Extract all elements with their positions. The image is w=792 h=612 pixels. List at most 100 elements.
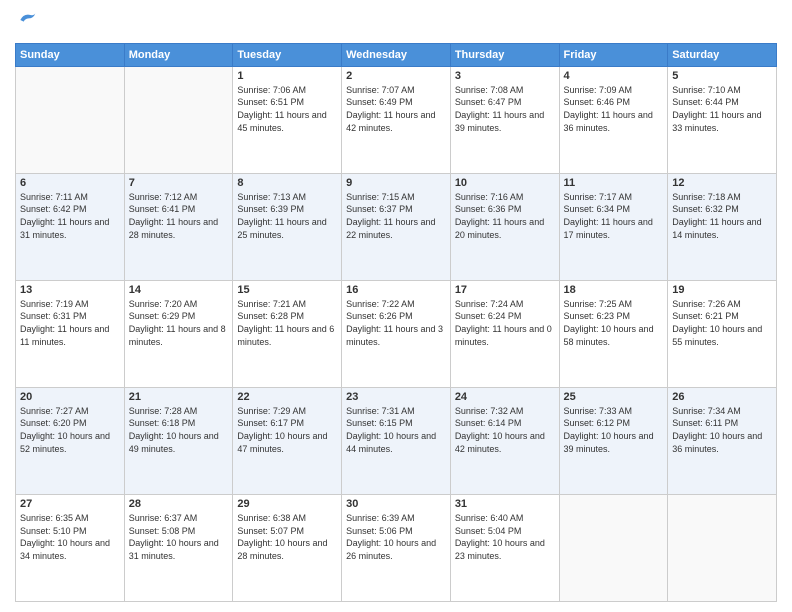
day-info: Sunrise: 7:33 AM Sunset: 6:12 PM Dayligh… — [564, 405, 664, 455]
weekday-header-friday: Friday — [559, 43, 668, 66]
day-number: 2 — [346, 70, 446, 82]
weekday-header-sunday: Sunday — [16, 43, 125, 66]
day-info: Sunrise: 7:19 AM Sunset: 6:31 PM Dayligh… — [20, 298, 120, 348]
day-number: 4 — [564, 70, 664, 82]
day-cell — [124, 66, 233, 173]
day-cell: 25 Sunrise: 7:33 AM Sunset: 6:12 PM Dayli… — [559, 387, 668, 494]
day-info: Sunrise: 7:27 AM Sunset: 6:20 PM Dayligh… — [20, 405, 120, 455]
day-info: Sunrise: 7:07 AM Sunset: 6:49 PM Dayligh… — [346, 84, 446, 134]
day-cell: 19Sunrise: 7:26 AM Sunset: 6:21 PM Dayli… — [668, 280, 777, 387]
day-cell: 21 Sunrise: 7:28 AM Sunset: 6:18 PM Dayli… — [124, 387, 233, 494]
header — [15, 10, 777, 35]
day-info: Sunrise: 7:13 AM Sunset: 6:39 PM Dayligh… — [237, 191, 337, 241]
day-number: 19 — [672, 284, 772, 296]
day-number: 3 — [455, 70, 555, 82]
day-cell: 6 Sunrise: 7:11 AM Sunset: 6:42 PM Daylig… — [16, 173, 125, 280]
day-info: Sunrise: 6:39 AM Sunset: 5:06 PM Dayligh… — [346, 512, 446, 562]
day-cell: 24 Sunrise: 7:32 AM Sunset: 6:14 PM Dayli… — [450, 387, 559, 494]
day-number: 18 — [564, 284, 664, 296]
weekday-header-tuesday: Tuesday — [233, 43, 342, 66]
day-cell: 27 Sunrise: 6:35 AM Sunset: 5:10 PM Dayli… — [16, 494, 125, 601]
day-number: 28 — [129, 498, 229, 510]
day-info: Sunrise: 7:34 AM Sunset: 6:11 PM Dayligh… — [672, 405, 772, 455]
day-info: Sunrise: 7:10 AM Sunset: 6:44 PM Dayligh… — [672, 84, 772, 134]
week-row-1: 1 Sunrise: 7:06 AM Sunset: 6:51 PM Daylig… — [16, 66, 777, 173]
day-info: Sunrise: 7:11 AM Sunset: 6:42 PM Dayligh… — [20, 191, 120, 241]
weekday-header-wednesday: Wednesday — [342, 43, 451, 66]
day-cell: 20Sunrise: 7:27 AM Sunset: 6:20 PM Dayli… — [16, 387, 125, 494]
day-cell: 11 Sunrise: 7:17 AM Sunset: 6:34 PM Dayli… — [559, 173, 668, 280]
day-number: 10 — [455, 177, 555, 189]
day-cell: 14Sunrise: 7:20 AM Sunset: 6:29 PM Dayli… — [124, 280, 233, 387]
day-number: 30 — [346, 498, 446, 510]
day-number: 6 — [20, 177, 120, 189]
day-cell: 7Sunrise: 7:12 AM Sunset: 6:41 PM Daylig… — [124, 173, 233, 280]
day-cell: 16Sunrise: 7:22 AM Sunset: 6:26 PM Dayli… — [342, 280, 451, 387]
week-row-2: 6 Sunrise: 7:11 AM Sunset: 6:42 PM Daylig… — [16, 173, 777, 280]
day-number: 15 — [237, 284, 337, 296]
day-number: 5 — [672, 70, 772, 82]
day-cell — [16, 66, 125, 173]
day-cell: 31 Sunrise: 6:40 AM Sunset: 5:04 PM Dayli… — [450, 494, 559, 601]
day-cell: 18Sunrise: 7:25 AM Sunset: 6:23 PM Dayli… — [559, 280, 668, 387]
weekday-header-monday: Monday — [124, 43, 233, 66]
day-info: Sunrise: 7:32 AM Sunset: 6:14 PM Dayligh… — [455, 405, 555, 455]
day-cell: 23Sunrise: 7:31 AM Sunset: 6:15 PM Dayli… — [342, 387, 451, 494]
logo — [15, 10, 37, 35]
day-number: 16 — [346, 284, 446, 296]
day-number: 17 — [455, 284, 555, 296]
day-info: Sunrise: 7:16 AM Sunset: 6:36 PM Dayligh… — [455, 191, 555, 241]
day-info: Sunrise: 7:08 AM Sunset: 6:47 PM Dayligh… — [455, 84, 555, 134]
day-number: 22 — [237, 391, 337, 403]
day-number: 25 — [564, 391, 664, 403]
day-info: Sunrise: 7:09 AM Sunset: 6:46 PM Dayligh… — [564, 84, 664, 134]
day-number: 7 — [129, 177, 229, 189]
weekday-header-row: SundayMondayTuesdayWednesdayThursdayFrid… — [16, 43, 777, 66]
day-cell: 1 Sunrise: 7:06 AM Sunset: 6:51 PM Daylig… — [233, 66, 342, 173]
day-cell: 26 Sunrise: 7:34 AM Sunset: 6:11 PM Dayli… — [668, 387, 777, 494]
day-number: 31 — [455, 498, 555, 510]
day-cell: 8Sunrise: 7:13 AM Sunset: 6:39 PM Daylig… — [233, 173, 342, 280]
day-number: 11 — [564, 177, 664, 189]
week-row-5: 27 Sunrise: 6:35 AM Sunset: 5:10 PM Dayli… — [16, 494, 777, 601]
day-info: Sunrise: 6:38 AM Sunset: 5:07 PM Dayligh… — [237, 512, 337, 562]
day-info: Sunrise: 6:37 AM Sunset: 5:08 PM Dayligh… — [129, 512, 229, 562]
day-cell: 29 Sunrise: 6:38 AM Sunset: 5:07 PM Dayli… — [233, 494, 342, 601]
day-cell: 15 Sunrise: 7:21 AM Sunset: 6:28 PM Dayli… — [233, 280, 342, 387]
week-row-3: 13 Sunrise: 7:19 AM Sunset: 6:31 PM Dayli… — [16, 280, 777, 387]
day-number: 9 — [346, 177, 446, 189]
day-info: Sunrise: 6:35 AM Sunset: 5:10 PM Dayligh… — [20, 512, 120, 562]
day-info: Sunrise: 7:17 AM Sunset: 6:34 PM Dayligh… — [564, 191, 664, 241]
day-info: Sunrise: 6:40 AM Sunset: 5:04 PM Dayligh… — [455, 512, 555, 562]
week-row-4: 20Sunrise: 7:27 AM Sunset: 6:20 PM Dayli… — [16, 387, 777, 494]
day-info: Sunrise: 7:29 AM Sunset: 6:17 PM Dayligh… — [237, 405, 337, 455]
day-cell — [559, 494, 668, 601]
day-info: Sunrise: 7:15 AM Sunset: 6:37 PM Dayligh… — [346, 191, 446, 241]
day-cell: 4 Sunrise: 7:09 AM Sunset: 6:46 PM Daylig… — [559, 66, 668, 173]
day-cell: 2 Sunrise: 7:07 AM Sunset: 6:49 PM Daylig… — [342, 66, 451, 173]
day-number: 21 — [129, 391, 229, 403]
day-info: Sunrise: 7:28 AM Sunset: 6:18 PM Dayligh… — [129, 405, 229, 455]
day-info: Sunrise: 7:20 AM Sunset: 6:29 PM Dayligh… — [129, 298, 229, 348]
day-cell: 12Sunrise: 7:18 AM Sunset: 6:32 PM Dayli… — [668, 173, 777, 280]
day-number: 24 — [455, 391, 555, 403]
day-cell: 10 Sunrise: 7:16 AM Sunset: 6:36 PM Dayli… — [450, 173, 559, 280]
day-number: 12 — [672, 177, 772, 189]
day-cell: 13 Sunrise: 7:19 AM Sunset: 6:31 PM Dayli… — [16, 280, 125, 387]
day-number: 26 — [672, 391, 772, 403]
day-cell: 3 Sunrise: 7:08 AM Sunset: 6:47 PM Daylig… — [450, 66, 559, 173]
day-cell: 22 Sunrise: 7:29 AM Sunset: 6:17 PM Dayli… — [233, 387, 342, 494]
day-number: 1 — [237, 70, 337, 82]
day-info: Sunrise: 7:06 AM Sunset: 6:51 PM Dayligh… — [237, 84, 337, 134]
day-cell — [668, 494, 777, 601]
calendar-table: SundayMondayTuesdayWednesdayThursdayFrid… — [15, 43, 777, 602]
calendar-page: SundayMondayTuesdayWednesdayThursdayFrid… — [0, 0, 792, 612]
day-info: Sunrise: 7:21 AM Sunset: 6:28 PM Dayligh… — [237, 298, 337, 348]
day-cell: 30 Sunrise: 6:39 AM Sunset: 5:06 PM Dayli… — [342, 494, 451, 601]
day-cell: 28 Sunrise: 6:37 AM Sunset: 5:08 PM Dayli… — [124, 494, 233, 601]
day-number: 13 — [20, 284, 120, 296]
day-number: 29 — [237, 498, 337, 510]
weekday-header-saturday: Saturday — [668, 43, 777, 66]
day-number: 23 — [346, 391, 446, 403]
day-number: 27 — [20, 498, 120, 510]
